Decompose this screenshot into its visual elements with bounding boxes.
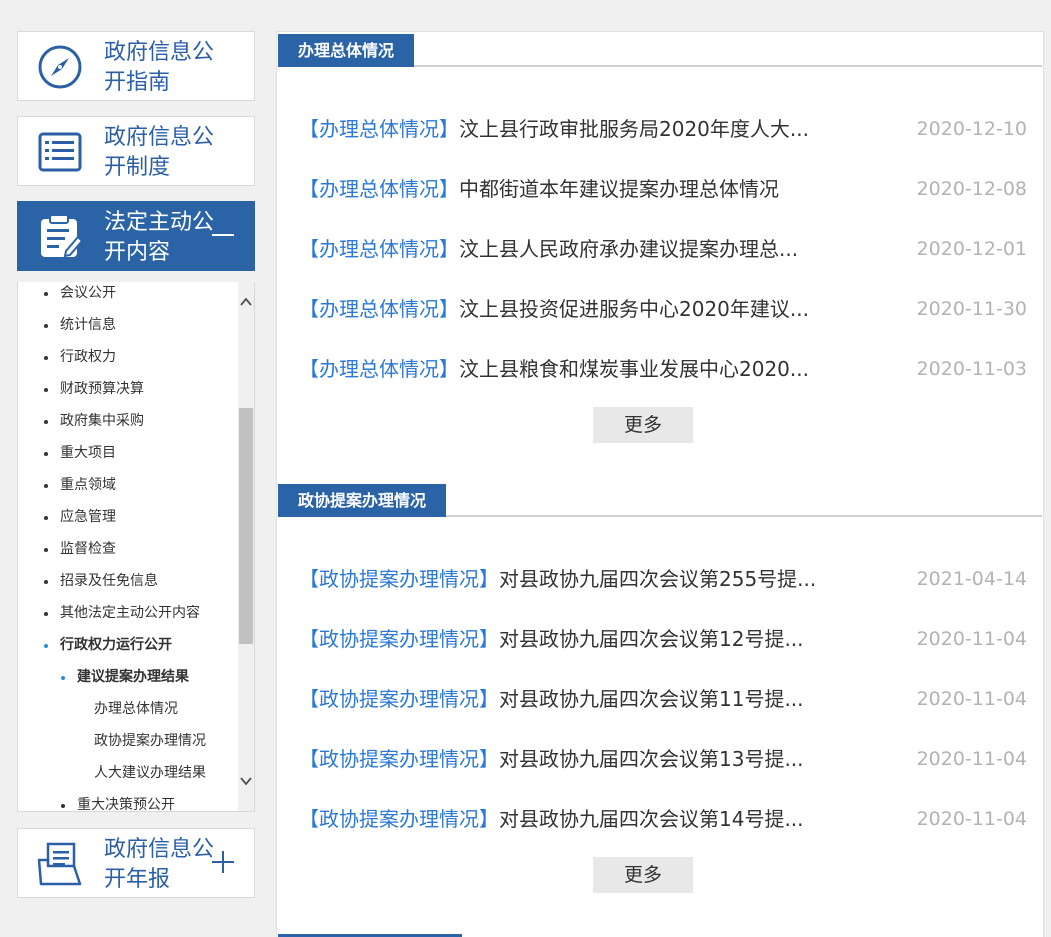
chevron-up-icon[interactable] — [240, 296, 252, 308]
bullet-icon — [44, 612, 48, 616]
chevron-down-icon[interactable] — [240, 775, 252, 787]
bullet-icon — [44, 580, 48, 584]
bullet-icon — [44, 548, 48, 552]
list-item[interactable]: 【办理总体情况】汶上县投资促进服务中心2020年建议... 2020-11-30 — [299, 294, 1027, 324]
minus-icon[interactable] — [210, 222, 236, 248]
folder-document-icon — [37, 842, 82, 886]
plus-icon[interactable] — [210, 849, 236, 875]
list-item[interactable]: 【政协提案办理情况】对县政协九届四次会议第11号提... 2020-11-04 — [299, 684, 1027, 714]
sidebar-annual-label: 政府信息公开年报 — [104, 837, 215, 892]
bullet-icon — [44, 420, 48, 424]
more-button[interactable]: 更多 — [593, 857, 693, 893]
list-item[interactable]: 【政协提案办理情况】对县政协九届四次会议第12号提... 2020-11-04 — [299, 624, 1027, 654]
bullet-icon — [44, 484, 48, 488]
document-list-icon — [38, 132, 82, 172]
list-item[interactable]: 【政协提案办理情况】对县政协九届四次会议第255号提... 2021-04-14 — [299, 564, 1027, 594]
clipboard-edit-icon — [41, 214, 84, 258]
bullet-icon — [44, 452, 48, 456]
bullet-icon — [61, 676, 65, 680]
list-item[interactable]: 【办理总体情况】中都街道本年建议提案办理总体情况 2020-12-08 — [299, 174, 1027, 204]
section-title: 政协提案办理情况 — [278, 484, 447, 517]
sidebar-system-label: 政府信息公开制度 — [104, 125, 215, 180]
bullet-icon — [44, 644, 48, 648]
bullet-icon — [61, 804, 65, 808]
list-item[interactable]: 【政协提案办理情况】对县政协九届四次会议第14号提... 2020-11-04 — [299, 804, 1027, 834]
more-button[interactable]: 更多 — [593, 407, 693, 443]
sidebar-guide[interactable]: 政府信息公开指南 — [17, 31, 255, 101]
list-item[interactable]: 【政协提案办理情况】对县政协九届四次会议第13号提... 2020-11-04 — [299, 744, 1027, 774]
sidebar-annual[interactable]: 政府信息公开年报 — [17, 828, 255, 898]
sidebar-content[interactable]: 法定主动公开内容 — [17, 201, 255, 271]
list-item[interactable]: 【办理总体情况】汶上县行政审批服务局2020年度人大... 2020-12-10 — [299, 114, 1027, 144]
sidebar-system[interactable]: 政府信息公开制度 — [17, 116, 255, 186]
sidebar-content-label: 法定主动公开内容 — [104, 210, 215, 265]
section-header: 政协提案办理情况 — [278, 482, 1042, 517]
bullet-icon — [44, 356, 48, 360]
sidebar-submenu: 会议公开 统计信息 行政权力 财政预算决算 政府集中采购 重大项目 重点领域 应… — [17, 282, 255, 812]
main-content: 办理总体情况 【办理总体情况】汶上县行政审批服务局2020年度人大... 2020… — [276, 31, 1044, 937]
section-header: 办理总体情况 — [278, 32, 1042, 67]
section-title: 办理总体情况 — [278, 34, 415, 67]
scrollbar-thumb[interactable] — [239, 408, 253, 644]
bullet-icon — [44, 388, 48, 392]
sidebar-guide-label: 政府信息公开指南 — [104, 40, 215, 95]
bullet-icon — [44, 516, 48, 520]
list-item[interactable]: 【办理总体情况】汶上县人民政府承办建议提案办理总... 2020-12-01 — [299, 234, 1027, 264]
bullet-icon — [44, 292, 48, 296]
compass-icon — [38, 45, 82, 89]
bullet-icon — [44, 324, 48, 328]
submenu-scrollbar[interactable] — [238, 282, 254, 811]
list-item[interactable]: 【办理总体情况】汶上县粮食和煤炭事业发展中心2020... 2020-11-03 — [299, 354, 1027, 384]
